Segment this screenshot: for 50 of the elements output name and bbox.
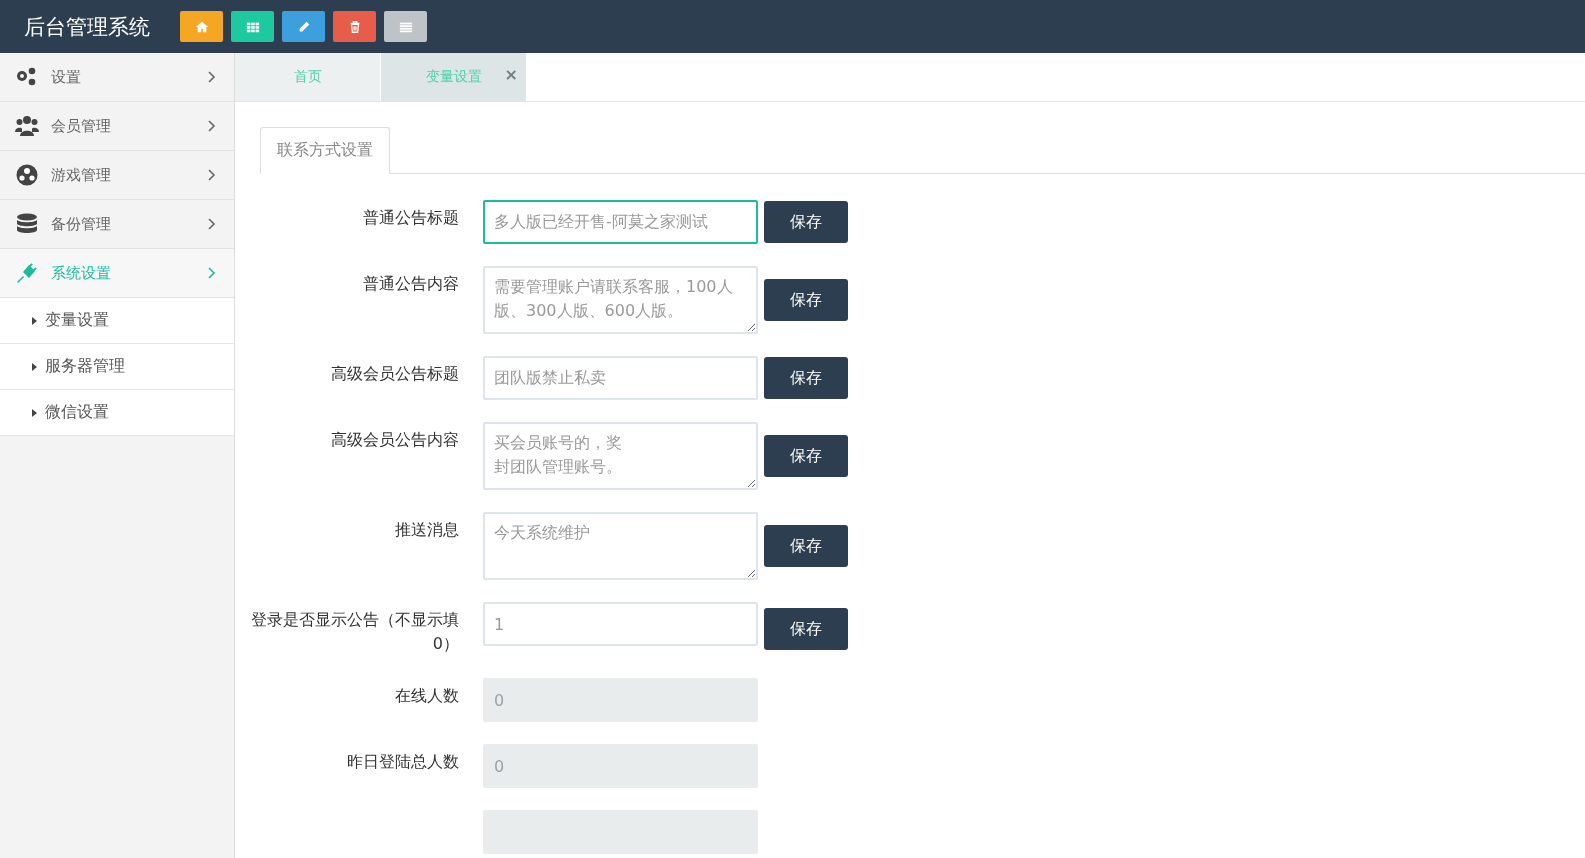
triangle-icon (32, 362, 37, 371)
toolbar-button[interactable] (231, 11, 274, 42)
field-label: 普通公告标题 (362, 207, 459, 229)
readonly-field: 0 (483, 678, 758, 722)
chevron-icon (208, 218, 216, 230)
chevron-icon (208, 169, 216, 181)
save-button[interactable]: 保存 (764, 279, 848, 321)
toolbar-button[interactable] (333, 11, 376, 42)
field-label: 高级会员公告标题 (330, 363, 459, 385)
submenu-item[interactable]: 变量设置 (0, 298, 234, 344)
readonly-field: 0 (483, 744, 758, 788)
text-field[interactable]: 多人版已经开售-阿莫之家测试 (483, 200, 758, 244)
submenu-item[interactable]: 服务器管理 (0, 344, 234, 390)
section-tab[interactable]: 联系方式设置 (260, 127, 390, 174)
text-area[interactable]: 需要管理账户请联系客服，100人版、300人版、600人版。 (483, 266, 758, 334)
chevron-icon (208, 71, 216, 83)
chevron-icon (208, 267, 216, 279)
field-label: 推送消息 (394, 519, 459, 541)
text-field[interactable]: 团队版禁止私卖 (483, 356, 758, 400)
text-area[interactable]: 买会员账号的，奖 封团队管理账号。 (483, 422, 758, 490)
field-label: 登录是否显示公告（不显示填0） (250, 609, 459, 655)
save-button[interactable]: 保存 (764, 525, 848, 567)
save-button[interactable]: 保存 (764, 201, 848, 243)
save-button[interactable]: 保存 (764, 357, 848, 399)
field-label: 高级会员公告内容 (330, 429, 459, 451)
chevron-icon (208, 120, 216, 132)
toolbar-button[interactable] (384, 11, 427, 42)
field-label: 普通公告内容 (362, 273, 459, 295)
ball-icon (15, 163, 39, 187)
field-label: 在线人数 (394, 685, 459, 707)
sidebar-item[interactable]: 游戏管理 (0, 151, 234, 200)
submenu-item[interactable]: 微信设置 (0, 390, 234, 436)
save-button[interactable]: 保存 (764, 435, 848, 477)
page-tab[interactable]: 变量设置 × (381, 53, 527, 101)
text-field[interactable]: 1 (483, 602, 758, 646)
users-icon (15, 114, 39, 138)
triangle-icon (32, 408, 37, 417)
app-title: 后台管理系统 (24, 13, 150, 41)
field-label: 昨日登陆总人数 (346, 751, 459, 773)
close-icon[interactable]: × (504, 67, 518, 83)
toolbar-button[interactable] (180, 11, 223, 42)
sidebar-item[interactable]: 会员管理 (0, 102, 234, 151)
home-icon (194, 19, 209, 34)
sidebar-item[interactable]: 设置 (0, 53, 234, 102)
triangle-icon (32, 316, 37, 325)
plug-icon (15, 261, 39, 285)
save-button[interactable]: 保存 (764, 608, 848, 650)
text-area[interactable]: 今天系统维护 (483, 512, 758, 580)
toolbar-button[interactable] (282, 11, 325, 42)
database-icon (15, 212, 39, 236)
